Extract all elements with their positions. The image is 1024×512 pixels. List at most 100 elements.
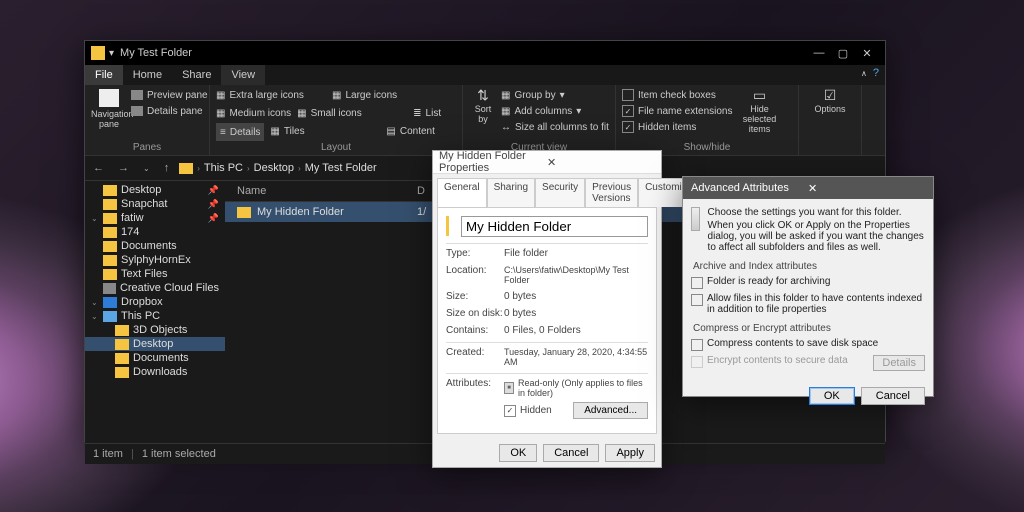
recent-dropdown[interactable]: ⌄	[139, 164, 154, 173]
tree-item[interactable]: Desktop	[85, 337, 225, 351]
file-extensions-toggle[interactable]: File name extensions	[622, 103, 733, 119]
folder-icon	[446, 216, 449, 236]
tab-general[interactable]: General	[437, 178, 487, 207]
breadcrumb[interactable]: › This PC› Desktop› My Test Folder	[179, 162, 376, 174]
ok-button[interactable]: OK	[809, 387, 855, 405]
folder-icon	[115, 353, 129, 364]
apply-button[interactable]: Apply	[605, 444, 655, 462]
tree-item[interactable]: Documents	[85, 239, 225, 253]
tab-security[interactable]: Security	[535, 178, 585, 207]
navigation-pane-button[interactable]: Navigation pane	[91, 87, 127, 129]
tree-item[interactable]: 3D Objects	[85, 323, 225, 337]
tab-file[interactable]: File	[85, 65, 123, 85]
ribbon: Navigation pane Preview pane Details pan…	[85, 85, 885, 155]
layout-extra-large[interactable]: ▦ Extra large icons	[216, 87, 326, 103]
options-button[interactable]: ☑ Options	[805, 87, 855, 114]
advanced-attributes-dialog: Advanced Attributes ✕ Choose the setting…	[682, 176, 934, 397]
selection-count: 1 item selected	[142, 448, 216, 460]
folder-icon	[103, 255, 117, 266]
close-icon[interactable]: ✕	[808, 182, 925, 195]
tab-sharing[interactable]: Sharing	[487, 178, 535, 207]
help-icon[interactable]: ?	[861, 67, 879, 79]
properties-dialog: My Hidden Folder Properties ✕ General Sh…	[432, 150, 662, 468]
cancel-button[interactable]: Cancel	[861, 387, 925, 405]
tab-home[interactable]: Home	[123, 65, 172, 85]
cancel-button[interactable]: Cancel	[543, 444, 599, 462]
folder-icon	[179, 163, 193, 174]
compress-legend: Compress or Encrypt attributes	[691, 323, 925, 334]
tree-item[interactable]: 174	[85, 225, 225, 239]
tree-item[interactable]: Snapchat📌	[85, 197, 225, 211]
tab-view[interactable]: View	[221, 65, 265, 85]
folder-icon	[103, 297, 117, 308]
tree-item[interactable]: ⌄Dropbox	[85, 295, 225, 309]
layout-large[interactable]: ▦ Large icons	[332, 87, 397, 103]
tree-item[interactable]: Desktop📌	[85, 183, 225, 197]
tab-previous-versions[interactable]: Previous Versions	[585, 178, 638, 207]
folder-icon	[103, 283, 116, 294]
tree-item[interactable]: Documents	[85, 351, 225, 365]
item-count: 1 item	[93, 448, 123, 460]
group-by-button[interactable]: ▦ Group by ▾	[501, 87, 609, 103]
back-button[interactable]: ←	[89, 162, 108, 174]
folder-icon	[103, 213, 117, 224]
maximize-button[interactable]: ▢	[831, 43, 855, 63]
sort-by-button[interactable]: ⇅ Sort by	[469, 87, 497, 135]
window-title: My Test Folder	[120, 47, 807, 59]
compress-checkbox[interactable]: Compress contents to save disk space	[691, 338, 925, 351]
dialog-titlebar[interactable]: Advanced Attributes ✕	[683, 177, 933, 199]
item-checkboxes-toggle[interactable]: Item check boxes	[622, 87, 733, 103]
close-button[interactable]: ✕	[855, 43, 879, 63]
layout-details[interactable]: ≡ Details	[216, 123, 264, 141]
preview-pane-button[interactable]: Preview pane	[131, 87, 208, 103]
ribbon-tabs: File Home Share View ?	[85, 65, 885, 85]
navigation-tree[interactable]: Desktop📌 Snapchat📌⌄fatiw📌 174 Documents …	[85, 181, 225, 443]
forward-button[interactable]: →	[114, 162, 133, 174]
layout-medium[interactable]: ▦ Medium icons	[216, 105, 291, 121]
add-columns-button[interactable]: ▦ Add columns ▾	[501, 103, 609, 119]
encrypt-checkbox: Encrypt contents to secure data Details	[691, 355, 925, 371]
folder-icon	[115, 367, 129, 378]
size-all-columns-button[interactable]: ↔ Size all columns to fit	[501, 119, 609, 135]
tree-item[interactable]: Downloads	[85, 365, 225, 379]
folder-icon	[115, 325, 129, 336]
details-button: Details	[873, 355, 925, 371]
folder-icon	[237, 207, 251, 218]
advanced-button[interactable]: Advanced...	[573, 402, 648, 419]
minimize-button[interactable]: —	[807, 43, 831, 63]
index-checkbox[interactable]: Allow files in this folder to have conte…	[691, 293, 925, 315]
readonly-checkbox[interactable]: Read-only (Only applies to files in fold…	[504, 378, 648, 398]
folder-icon	[103, 269, 117, 280]
folder-icon	[103, 241, 117, 252]
layout-content[interactable]: ▤ Content	[386, 123, 434, 139]
close-icon[interactable]: ✕	[547, 156, 655, 169]
hidden-items-toggle[interactable]: Hidden items	[622, 119, 733, 135]
qat-icon: ▾	[109, 48, 114, 59]
titlebar[interactable]: ▾ My Test Folder — ▢ ✕	[85, 41, 885, 65]
tree-item[interactable]: Creative Cloud Files	[85, 281, 225, 295]
up-button[interactable]: ↑	[160, 162, 174, 174]
intro-text: Choose the settings you want for this fo…	[708, 207, 925, 218]
layout-tiles[interactable]: ▦ Tiles	[270, 123, 380, 139]
folder-name-input[interactable]	[461, 216, 648, 237]
tree-item[interactable]: ⌄This PC	[85, 309, 225, 323]
ok-button[interactable]: OK	[499, 444, 537, 462]
folder-icon	[115, 339, 129, 350]
layout-list[interactable]: ≣ List	[413, 105, 441, 121]
tree-item[interactable]: ⌄fatiw📌	[85, 211, 225, 225]
folder-icon	[103, 227, 117, 238]
layout-small[interactable]: ▦ Small icons	[297, 105, 407, 121]
tree-item[interactable]: SylphyHornEx	[85, 253, 225, 267]
details-pane-button[interactable]: Details pane	[131, 103, 208, 119]
hide-selected-items-button[interactable]: ▭ Hide selected items	[739, 87, 781, 135]
intro-text-2: When you click OK or Apply on the Proper…	[708, 220, 925, 253]
folder-icon	[103, 199, 117, 210]
tab-share[interactable]: Share	[172, 65, 221, 85]
archive-checkbox[interactable]: Folder is ready for archiving	[691, 276, 925, 289]
folder-icon	[103, 185, 117, 196]
dialog-titlebar[interactable]: My Hidden Folder Properties ✕	[433, 151, 661, 174]
attributes-icon	[691, 207, 700, 231]
hidden-checkbox[interactable]: Hidden	[504, 405, 552, 417]
dialog-title: My Hidden Folder Properties	[439, 150, 547, 174]
tree-item[interactable]: Text Files	[85, 267, 225, 281]
